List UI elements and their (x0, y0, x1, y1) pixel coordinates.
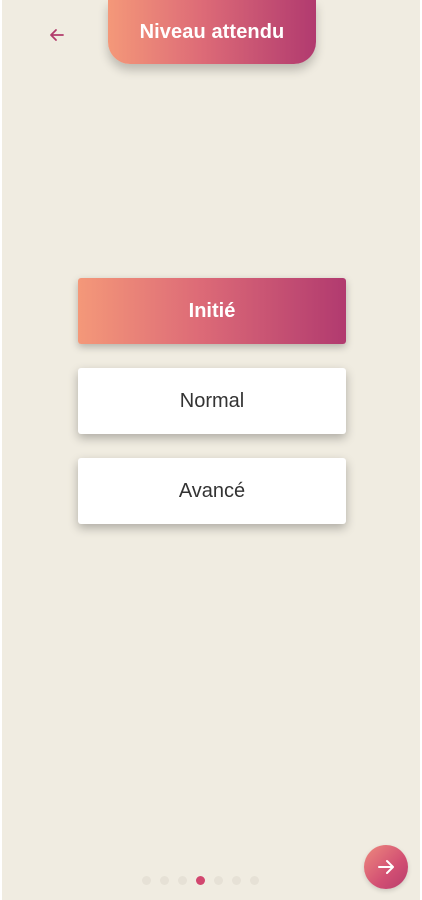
option-avance-button[interactable]: Avancé (78, 458, 346, 524)
pagination-dot-active (196, 875, 205, 885)
arrow-left-icon (50, 29, 64, 41)
option-label: Normal (179, 389, 245, 412)
option-label: Initié (188, 299, 236, 322)
pagination-dots (142, 874, 259, 886)
back-button[interactable] (42, 20, 72, 50)
pagination-dot (232, 875, 241, 885)
next-button[interactable] (364, 845, 408, 889)
page-title-banner: Niveau attendu (108, 0, 316, 64)
option-initie-button[interactable]: Initié (78, 278, 346, 344)
option-label: Avancé (178, 479, 246, 502)
arrow-right-icon (378, 860, 394, 874)
option-normal-button[interactable]: Normal (78, 368, 346, 434)
pagination-dot (214, 875, 223, 885)
pagination-dot (142, 875, 151, 885)
pagination-dot (250, 875, 259, 885)
page-title: Niveau attendu (139, 20, 285, 43)
screen: Niveau attendu Initié Normal Avancé (2, 0, 420, 900)
pagination-dot (160, 875, 169, 885)
pagination-dot (178, 875, 187, 885)
